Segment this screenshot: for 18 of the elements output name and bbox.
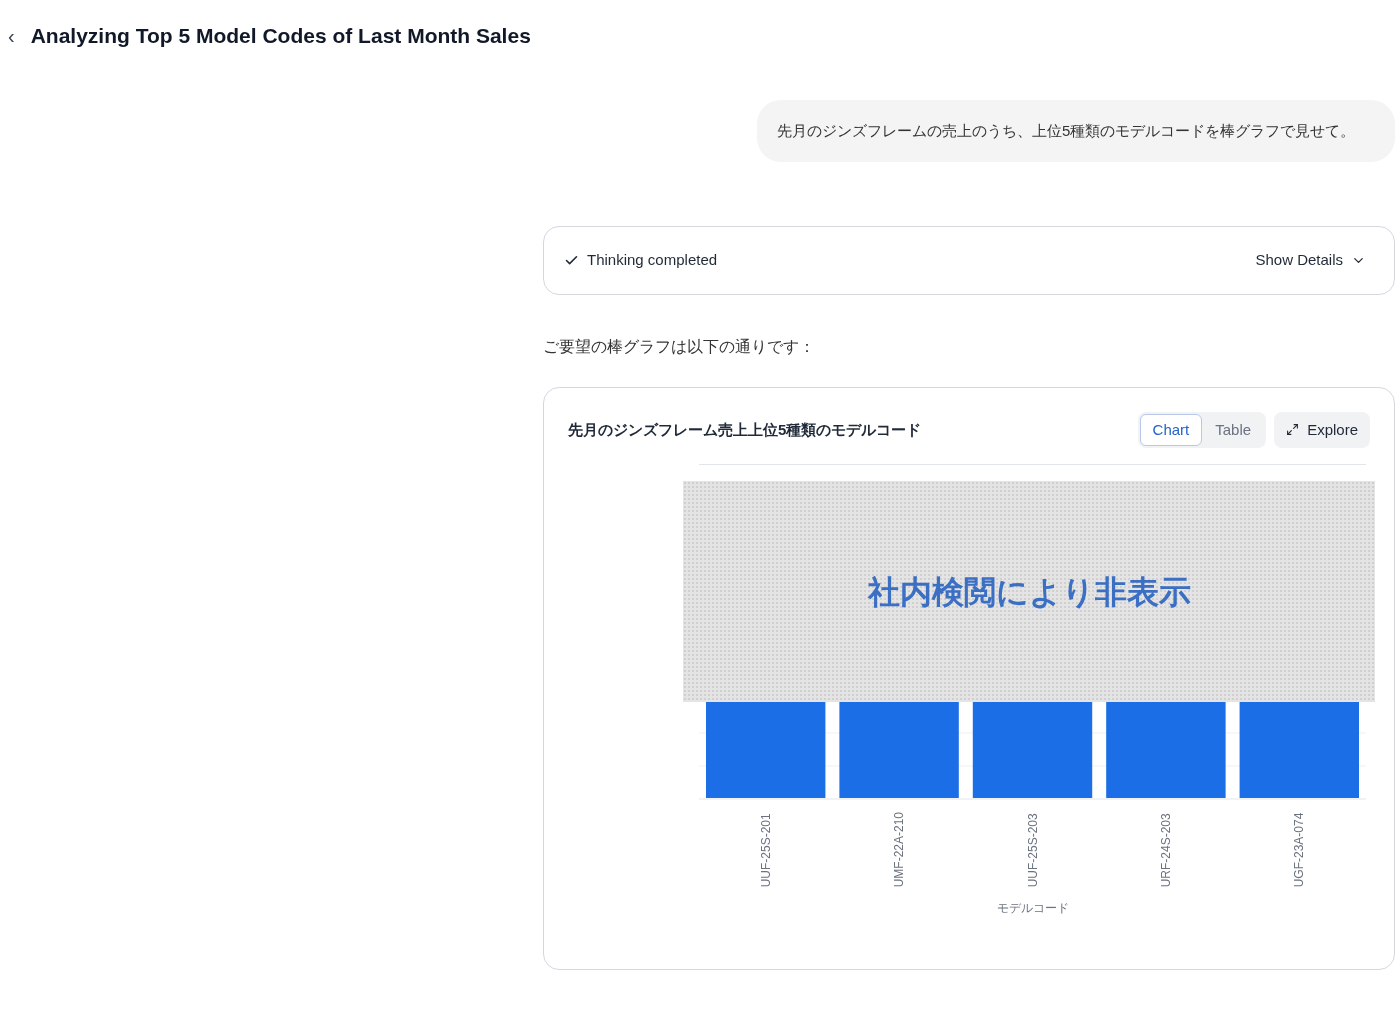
user-message-bubble: 先月のジンズフレームの売上のうち、上位5種類のモデルコードを棒グラフで見せて。 (757, 99, 1395, 162)
expand-icon (1286, 423, 1300, 437)
explore-button[interactable]: Explore (1274, 411, 1370, 448)
back-button[interactable]: ‹ (8, 25, 15, 46)
axis-tick-label: UMF-22A-210 (891, 812, 908, 888)
redaction-label: 社内検閲により非表示 (867, 572, 1191, 612)
axis-tick-label: UGF-23A-074 (1291, 812, 1308, 888)
reply-text: ご要望の棒グラフは以下の通りです： (543, 336, 816, 357)
view-tab[interactable]: Table (1202, 413, 1265, 446)
axis-tick-label: URF-24S-203 (1157, 812, 1174, 888)
axis-tick-label: UUF-25S-201 (757, 812, 774, 888)
thinking-status: Thinking completed (587, 249, 718, 270)
show-details-button[interactable]: Show Details (1255, 248, 1374, 272)
axis-tick-label: UUF-25S-203 (1024, 812, 1041, 888)
axis-title: モデルコード (996, 900, 1069, 918)
chart-title: 先月のジンズフレーム売上上位5種類のモデルコード (568, 419, 922, 440)
page-title: Analyzing Top 5 Model Codes of Last Month Sales (30, 23, 531, 49)
view-tab[interactable]: Chart (1139, 413, 1203, 446)
